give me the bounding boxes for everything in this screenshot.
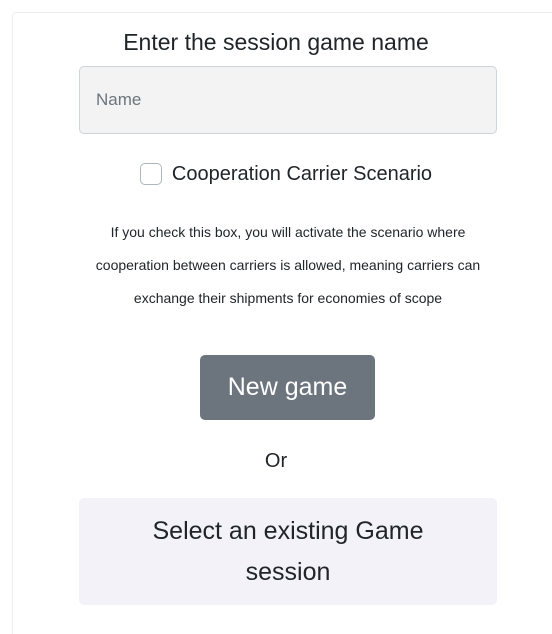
page: Enter the session game name Cooperation … <box>0 0 552 634</box>
session-name-input[interactable] <box>79 66 497 134</box>
select-existing-session-label: Select an existing Game session <box>152 516 424 586</box>
new-game-button[interactable]: New game <box>200 355 375 420</box>
cooperation-checkbox-row: Cooperation Carrier Scenario <box>0 160 552 188</box>
select-existing-session-button[interactable]: Select an existing Game session <box>79 498 497 605</box>
cooperation-description: If you check this box, you will activate… <box>95 224 481 306</box>
cooperation-checkbox[interactable] <box>139 163 162 185</box>
page-title: Enter the session game name <box>123 29 429 55</box>
cooperation-checkbox-label[interactable]: Cooperation Carrier Scenario <box>172 160 432 188</box>
or-separator: Or <box>264 450 288 472</box>
